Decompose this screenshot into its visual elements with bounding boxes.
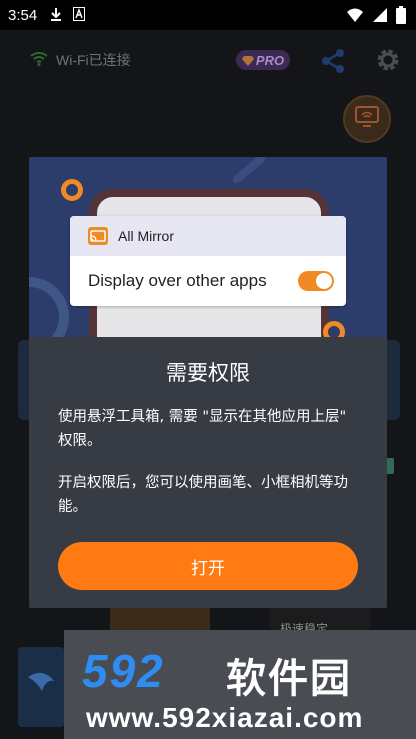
- permission-card-header: All Mirror: [70, 216, 346, 256]
- watermark-logo-text: 软件园: [226, 656, 352, 702]
- pro-badge-label: PRO: [255, 52, 285, 68]
- decorative-pen: [231, 157, 267, 185]
- all-mirror-app-icon: [88, 227, 108, 245]
- watermark-logo-number: 592: [82, 645, 165, 697]
- battery-icon: [396, 6, 406, 28]
- wifi-signal-icon: [346, 7, 364, 27]
- download-icon: [49, 6, 63, 25]
- cast-screen-icon: [354, 104, 380, 134]
- background-thumbnail: [18, 647, 64, 727]
- status-bar: 3:54: [0, 0, 416, 30]
- wifi-status-label: Wi-Fi已连接: [56, 52, 131, 68]
- pro-badge[interactable]: PRO: [236, 50, 290, 70]
- dialog-illustration: All Mirror Display over other apps: [29, 157, 387, 337]
- wifi-icon: [30, 51, 48, 70]
- status-time: 3:54: [8, 6, 38, 24]
- wifi-status: Wi-Fi已连接: [30, 50, 131, 70]
- watermark: 592 软件园 www.592xiazai.com: [64, 630, 416, 739]
- decorative-ring: [61, 179, 83, 201]
- decorative-ring: [323, 321, 345, 337]
- permission-card: All Mirror Display over other apps: [70, 216, 346, 306]
- app-notification-icon: [73, 6, 86, 25]
- screen-cast-button[interactable]: [343, 95, 391, 143]
- display-over-apps-toggle: [298, 271, 334, 291]
- share-icon[interactable]: [320, 48, 346, 78]
- toggle-knob: [316, 273, 332, 289]
- cell-signal-icon: [372, 7, 388, 27]
- dialog-body: 需要权限 使用悬浮工具箱, 需要 "显示在其他应用上层" 权限。 开启权限后，您…: [29, 337, 387, 608]
- dialog-message-1: 使用悬浮工具箱, 需要 "显示在其他应用上层" 权限。: [58, 409, 347, 449]
- dialog-message-2: 开启权限后，您可以使用画笔、小框相机等功能。: [58, 475, 348, 515]
- open-button[interactable]: 打开: [58, 542, 358, 590]
- permission-app-name: All Mirror: [118, 228, 174, 244]
- background-banner: [110, 608, 210, 630]
- dialog-title: 需要权限: [166, 361, 250, 385]
- gear-icon[interactable]: [376, 48, 400, 76]
- diamond-icon: [241, 51, 254, 70]
- decorative-circle: [29, 277, 69, 337]
- watermark-url: www.592xiazai.com: [86, 702, 364, 733]
- permission-dialog: All Mirror Display over other apps 需要权限 …: [29, 157, 387, 608]
- permission-setting-label: Display over other apps: [88, 271, 267, 290]
